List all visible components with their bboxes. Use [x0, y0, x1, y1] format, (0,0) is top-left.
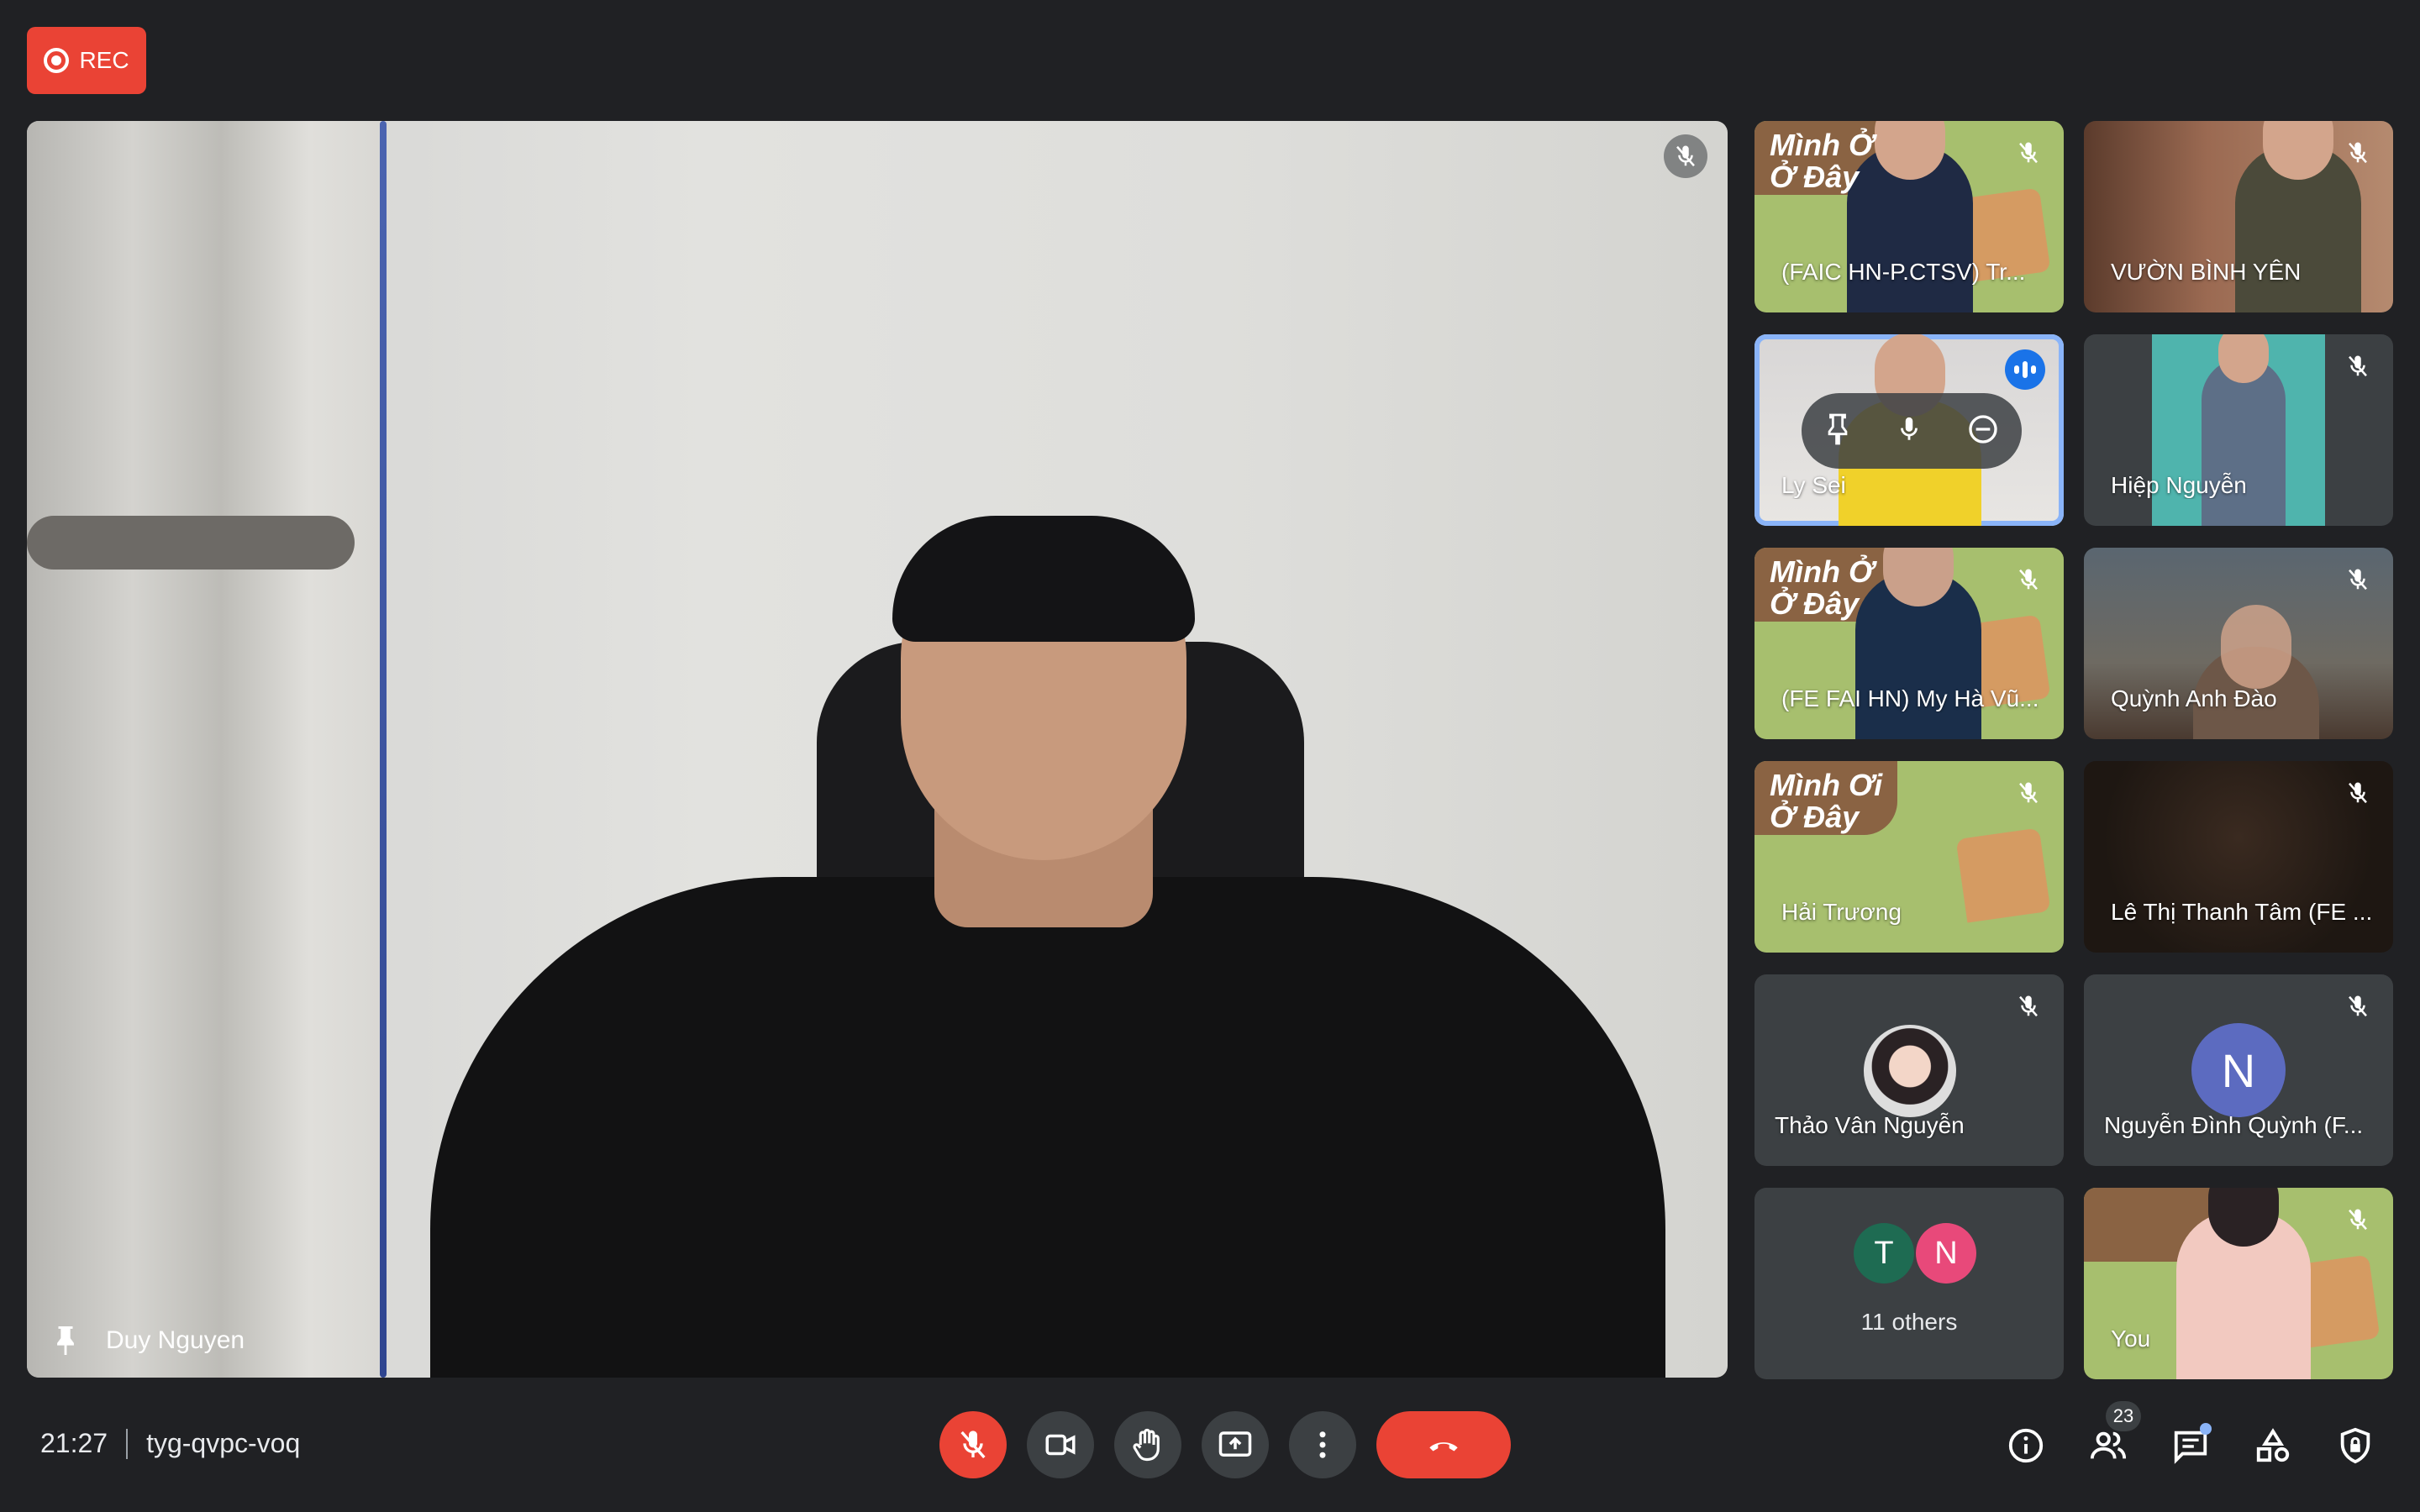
- mic-off-icon: [1664, 134, 1707, 178]
- participant-tile[interactable]: Quỳnh Anh Đào: [2084, 548, 2393, 739]
- tile-hover-controls: [1802, 393, 2022, 469]
- host-controls-button[interactable]: [2324, 1415, 2386, 1477]
- virtual-background-banner: Mình Ở Ở Đây: [1770, 128, 1875, 194]
- main-participant-name: Duy Nguyen: [106, 1326, 245, 1354]
- background-curtain: [27, 121, 380, 1378]
- mic-icon[interactable]: [1895, 412, 1923, 450]
- participant-tile[interactable]: Mình Ơi Ở Đây Hải Trương: [1754, 761, 2064, 953]
- divider: [126, 1428, 129, 1459]
- hand-icon: [1133, 1428, 1160, 1462]
- more-options-button[interactable]: [1289, 1411, 1356, 1478]
- mic-off-icon: [2012, 136, 2045, 170]
- participant-tile[interactable]: Hiệp Nguyễn: [2084, 334, 2393, 526]
- activities-icon: [2256, 1428, 2290, 1462]
- participant-name: Nguyễn Đình Quỳnh (F...: [2104, 1112, 2364, 1138]
- toggle-camera-button[interactable]: [1027, 1411, 1094, 1478]
- participant-tile[interactable]: Lê Thị Thanh Tâm (FE ...: [2084, 761, 2393, 953]
- end-call-icon: [1429, 1442, 1458, 1452]
- mic-off-icon: [2012, 990, 2045, 1023]
- record-icon: [44, 48, 70, 73]
- participant-tile[interactable]: VƯỜN BÌNH YÊN: [2084, 121, 2393, 312]
- participant-tile[interactable]: N Nguyễn Đình Quỳnh (F...: [2084, 974, 2393, 1166]
- meeting-code[interactable]: tyg-qvpc-voq: [146, 1428, 300, 1459]
- more-vert-icon: [1319, 1431, 1326, 1458]
- pinned-video-tile[interactable]: Duy Nguyen: [27, 121, 1728, 1378]
- pin-icon: [49, 1324, 82, 1357]
- clock-time: 21:27: [40, 1428, 108, 1458]
- mic-off-icon: [960, 1431, 986, 1459]
- people-count-badge: 23: [2106, 1401, 2141, 1431]
- participant-figure: [2176, 1188, 2311, 1379]
- others-avatars: T N: [1854, 1223, 1976, 1284]
- present-screen-button[interactable]: [1202, 1411, 1269, 1478]
- meeting-info: 21:27 tyg-qvpc-voq: [40, 1428, 300, 1459]
- participant-hair: [892, 516, 1195, 642]
- leave-call-button[interactable]: [1376, 1411, 1511, 1478]
- self-view-tile[interactable]: You: [2084, 1188, 2393, 1379]
- speaking-indicator-icon: [2005, 349, 2045, 390]
- participant-figure: [1855, 548, 1981, 739]
- people-icon: [2090, 1431, 2127, 1459]
- meeting-details-button[interactable]: [1995, 1415, 2057, 1477]
- participant-name: You: [2111, 1326, 2151, 1352]
- people-button[interactable]: 23: [2077, 1401, 2141, 1477]
- activities-button[interactable]: [2242, 1415, 2304, 1477]
- mic-off-icon: [2341, 776, 2375, 810]
- side-panel-controls: 23: [1995, 1401, 2386, 1477]
- participant-name: Hiệp Nguyễn: [2111, 472, 2247, 498]
- info-icon: [2008, 1428, 2044, 1463]
- participant-name: Ly Sei: [1781, 472, 1846, 498]
- shield-lock-icon: [2340, 1427, 2370, 1464]
- participant-name: (FE FAI HN) My Hà Vũ...: [1781, 685, 2039, 711]
- participant-tile[interactable]: Mình Ở Ở Đây (FE FAI HN) My Hà Vũ...: [1754, 548, 2064, 739]
- background-cable: [380, 121, 387, 1378]
- avatar: N: [1916, 1223, 1976, 1284]
- participant-body: [430, 877, 1665, 1378]
- participant-name: VƯỜN BÌNH YÊN: [2111, 259, 2302, 285]
- mic-off-icon: [2341, 563, 2375, 596]
- mic-off-icon: [2341, 1203, 2375, 1236]
- rec-label: REC: [79, 47, 129, 73]
- bottom-toolbar: 21:27 tyg-qvpc-voq 23: [0, 1378, 2420, 1512]
- present-icon: [1218, 1431, 1252, 1457]
- camera-icon: [1045, 1434, 1076, 1456]
- others-tile[interactable]: T N 11 others: [1754, 1188, 2064, 1379]
- raise-hand-button[interactable]: [1114, 1411, 1181, 1478]
- virtual-background-banner: Mình Ở Ở Đây: [1770, 554, 1875, 621]
- participant-figure: [2202, 334, 2286, 526]
- participant-tile[interactable]: Thảo Vân Nguyễn: [1754, 974, 2064, 1166]
- virtual-background-banner: Mình Ơi Ở Đây: [1770, 768, 1883, 834]
- others-count-label: 11 others: [1860, 1309, 1958, 1335]
- participant-tile[interactable]: Mình Ở Ở Đây (FAIC HN-P.CTSV) Tr...: [1754, 121, 2064, 312]
- participant-name: Hải Trương: [1781, 899, 1902, 925]
- avatar: N: [2191, 1023, 2286, 1117]
- mic-off-icon: [2012, 776, 2045, 810]
- participant-tile-speaking[interactable]: Ly Sei: [1754, 334, 2064, 526]
- mic-off-icon: [2341, 990, 2375, 1023]
- participant-name-label: Duy Nguyen: [49, 1324, 245, 1357]
- toggle-mic-button[interactable]: [939, 1411, 1007, 1478]
- background-pole: [27, 516, 355, 570]
- recording-indicator: REC: [27, 27, 146, 94]
- avatar: T: [1854, 1223, 1914, 1284]
- mic-off-icon: [2341, 349, 2375, 383]
- mic-off-icon: [2012, 563, 2045, 596]
- remove-icon[interactable]: [1966, 412, 2000, 450]
- participant-name: Quỳnh Anh Đào: [2111, 685, 2277, 711]
- chat-button[interactable]: [2160, 1415, 2222, 1477]
- avatar: [1864, 1025, 1956, 1117]
- call-controls: [939, 1411, 1511, 1478]
- participant-figure: [2235, 121, 2361, 312]
- participant-name: Lê Thị Thanh Tâm (FE ...: [2111, 899, 2373, 925]
- pin-icon[interactable]: [1823, 412, 1852, 450]
- unread-dot: [2200, 1423, 2212, 1435]
- participant-name: Thảo Vân Nguyễn: [1775, 1112, 1965, 1138]
- participant-name: (FAIC HN-P.CTSV) Tr...: [1781, 259, 2026, 285]
